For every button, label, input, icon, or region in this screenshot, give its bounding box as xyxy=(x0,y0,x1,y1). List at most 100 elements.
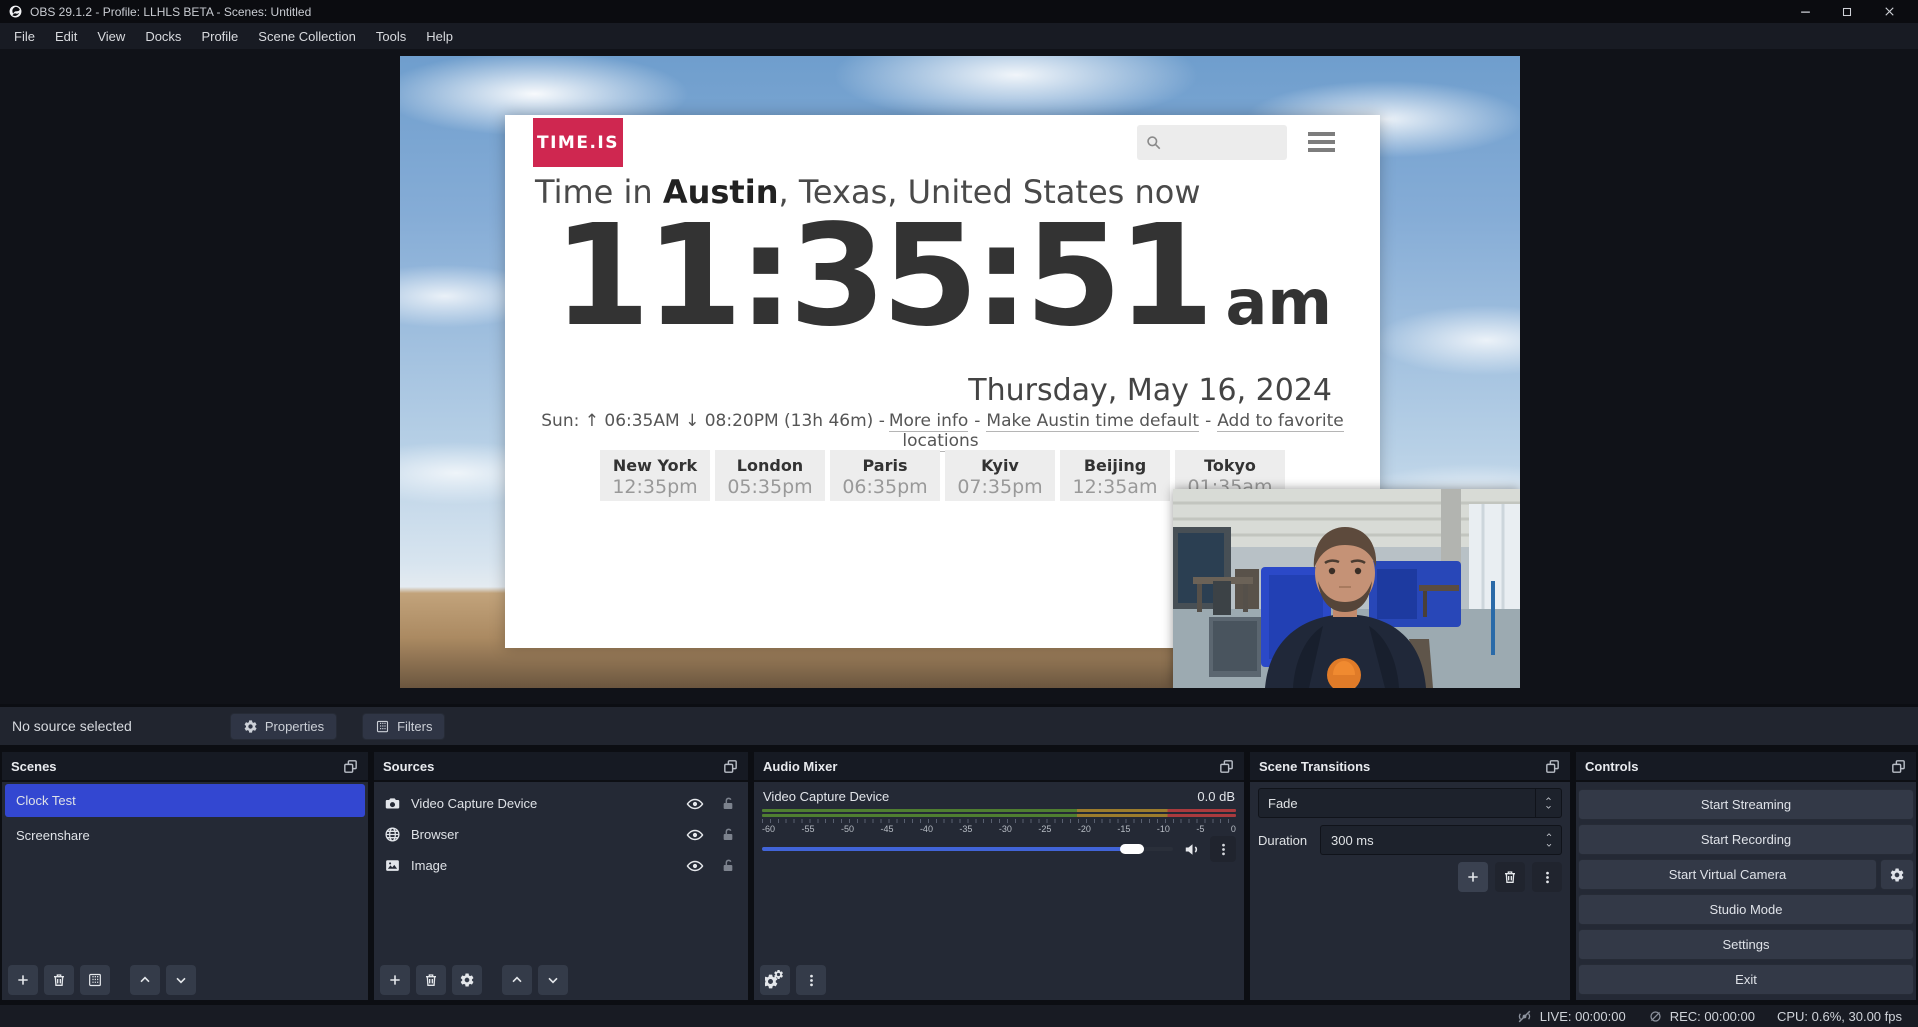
remove-transition-button[interactable] xyxy=(1495,862,1525,892)
source-properties-button[interactable] xyxy=(452,965,482,995)
audio-mixer-title: Audio Mixer xyxy=(763,759,837,774)
trash-icon xyxy=(1502,869,1518,885)
remove-source-button[interactable] xyxy=(416,965,446,995)
properties-button[interactable]: Properties xyxy=(230,713,337,740)
scene-item-clock-test[interactable]: Clock Test xyxy=(5,784,365,817)
duration-spinbox[interactable]: 300 ms xyxy=(1320,825,1562,855)
menu-edit[interactable]: Edit xyxy=(45,25,87,48)
city-box: Kyiv07:35pm xyxy=(945,450,1055,501)
start-streaming-button[interactable]: Start Streaming xyxy=(1578,789,1914,820)
city-box: London05:35pm xyxy=(715,450,825,501)
popout-icon[interactable] xyxy=(722,758,739,775)
scene-filters-button[interactable] xyxy=(80,965,110,995)
image-icon xyxy=(384,857,401,874)
filters-button[interactable]: Filters xyxy=(362,713,445,740)
gear-icon xyxy=(459,972,475,988)
audio-mixer-header[interactable]: Audio Mixer xyxy=(754,752,1244,782)
globe-icon xyxy=(384,826,401,843)
menu-file[interactable]: File xyxy=(4,25,45,48)
move-source-up-button[interactable] xyxy=(502,965,532,995)
popout-icon[interactable] xyxy=(1218,758,1235,775)
visibility-eye-icon[interactable] xyxy=(686,857,704,875)
maximize-button[interactable] xyxy=(1826,0,1868,23)
transitions-header[interactable]: Scene Transitions xyxy=(1250,752,1570,782)
scenes-toolbar xyxy=(8,965,196,995)
source-row-video-capture[interactable]: Video Capture Device xyxy=(374,788,748,819)
close-icon xyxy=(1882,4,1897,19)
popout-icon[interactable] xyxy=(1890,758,1907,775)
lock-icon[interactable] xyxy=(720,827,736,843)
popout-icon[interactable] xyxy=(1544,758,1561,775)
controls-panel: Controls Start Streaming Start Recording… xyxy=(1576,752,1916,1000)
link-make-default: Make Austin time default xyxy=(986,411,1199,432)
program-canvas[interactable]: TIME.IS Time in Austin, Texas, United St… xyxy=(400,56,1520,688)
transition-select[interactable]: Fade xyxy=(1258,788,1562,818)
menu-scene-collection[interactable]: Scene Collection xyxy=(248,25,366,48)
mixer-channel-name: Video Capture Device xyxy=(763,789,889,804)
move-scene-down-button[interactable] xyxy=(166,965,196,995)
kebab-dots-icon xyxy=(1216,842,1231,857)
controls-header[interactable]: Controls xyxy=(1576,752,1916,782)
spin-down-icon[interactable] xyxy=(1543,841,1555,849)
meter-scale: -60-55-50-45-40-35-30-25-20-15-10-50 xyxy=(762,824,1236,834)
move-source-down-button[interactable] xyxy=(538,965,568,995)
menu-tools[interactable]: Tools xyxy=(366,25,416,48)
transitions-title: Scene Transitions xyxy=(1259,759,1370,774)
studio-mode-button[interactable]: Studio Mode xyxy=(1578,894,1914,925)
menu-docks[interactable]: Docks xyxy=(135,25,191,48)
scenes-panel-header[interactable]: Scenes xyxy=(2,752,368,782)
no-source-label: No source selected xyxy=(12,718,132,734)
city-box: Beijing12:35am xyxy=(1060,450,1170,501)
start-recording-button[interactable]: Start Recording xyxy=(1578,824,1914,855)
menu-help[interactable]: Help xyxy=(416,25,463,48)
mixer-options-button[interactable] xyxy=(1210,836,1236,862)
speaker-mute-button[interactable] xyxy=(1183,840,1202,859)
source-context-bar: No source selected Properties Filters xyxy=(0,707,1918,745)
timeis-clock: 11:35:51am xyxy=(553,207,1332,347)
move-scene-up-button[interactable] xyxy=(130,965,160,995)
sources-panel-header[interactable]: Sources xyxy=(374,752,748,782)
city-box: New York12:35pm xyxy=(600,450,710,501)
visibility-eye-icon[interactable] xyxy=(686,826,704,844)
transition-properties-button[interactable] xyxy=(1532,862,1562,892)
spin-up-icon[interactable] xyxy=(1543,831,1555,839)
city-box: Paris06:35pm xyxy=(830,450,940,501)
rec-timer: REC: 00:00:00 xyxy=(1670,1009,1755,1024)
scene-transitions-panel: Scene Transitions Fade Duration 300 ms xyxy=(1250,752,1570,1000)
mixer-db-value: 0.0 dB xyxy=(1197,789,1235,804)
source-row-image[interactable]: Image xyxy=(374,850,748,881)
volume-slider[interactable] xyxy=(762,840,1173,858)
chevron-down-icon xyxy=(173,972,189,988)
timeis-date: Thursday, May 16, 2024 xyxy=(968,373,1332,408)
start-virtual-camera-button[interactable]: Start Virtual Camera xyxy=(1578,859,1877,890)
visibility-eye-icon[interactable] xyxy=(686,795,704,813)
menu-profile[interactable]: Profile xyxy=(191,25,248,48)
add-transition-button[interactable] xyxy=(1458,862,1488,892)
lock-icon[interactable] xyxy=(720,858,736,874)
scene-item-screenshare[interactable]: Screenshare xyxy=(5,819,365,852)
minimize-button[interactable] xyxy=(1784,0,1826,23)
advanced-audio-button[interactable] xyxy=(760,965,790,995)
add-scene-button[interactable] xyxy=(8,965,38,995)
popout-icon[interactable] xyxy=(342,758,359,775)
audio-menu-button[interactable] xyxy=(796,965,826,995)
exit-button[interactable]: Exit xyxy=(1578,964,1914,995)
hamburger-menu-icon xyxy=(1308,132,1335,152)
menu-view[interactable]: View xyxy=(87,25,135,48)
timeis-logo: TIME.IS xyxy=(533,118,623,167)
settings-button[interactable]: Settings xyxy=(1578,929,1914,960)
remove-scene-button[interactable] xyxy=(44,965,74,995)
timeis-sun-line: Sun: ↑ 06:35AM ↓ 08:20PM (13h 46m) -More… xyxy=(505,411,1380,451)
lock-icon[interactable] xyxy=(720,796,736,812)
volume-slider-handle[interactable] xyxy=(1120,844,1144,854)
virtual-camera-config-button[interactable] xyxy=(1880,859,1914,890)
title-bar: OBS 29.1.2 - Profile: LLHLS BETA - Scene… xyxy=(0,0,1918,23)
volume-meter: -60-55-50-45-40-35-30-25-20-15-10-50 xyxy=(762,809,1236,834)
meter-tick-marks xyxy=(762,819,1236,823)
add-source-button[interactable] xyxy=(380,965,410,995)
close-button[interactable] xyxy=(1868,0,1910,23)
timeis-search-box xyxy=(1137,125,1287,160)
source-row-browser[interactable]: Browser xyxy=(374,819,748,850)
select-arrows[interactable] xyxy=(1535,789,1561,817)
scenes-panel: Scenes Clock Test Screenshare xyxy=(2,752,368,1000)
